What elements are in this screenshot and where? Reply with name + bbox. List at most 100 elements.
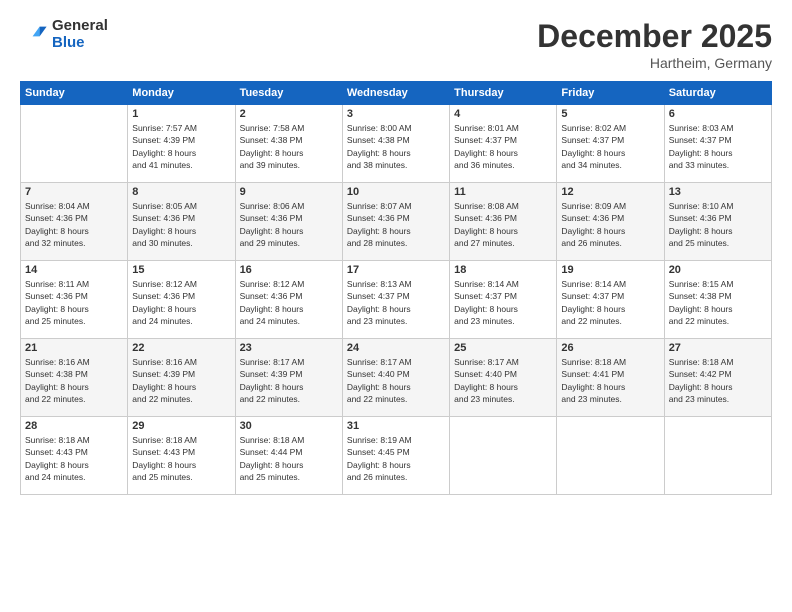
- day-info: Sunrise: 8:18 AM Sunset: 4:43 PM Dayligh…: [132, 434, 230, 483]
- day-number: 25: [454, 342, 552, 354]
- day-cell: 7 Sunrise: 8:04 AM Sunset: 4:36 PM Daylig…: [21, 183, 128, 261]
- day-cell: 28 Sunrise: 8:18 AM Sunset: 4:43 PM Dayli…: [21, 417, 128, 495]
- day-info: Sunrise: 8:19 AM Sunset: 4:45 PM Dayligh…: [347, 434, 445, 483]
- day-number: 9: [240, 186, 338, 198]
- day-number: 27: [669, 342, 767, 354]
- day-info: Sunrise: 8:15 AM Sunset: 4:38 PM Dayligh…: [669, 278, 767, 327]
- day-cell: 29Sunrise: 8:18 AM Sunset: 4:43 PM Dayli…: [128, 417, 235, 495]
- day-number: 28: [25, 420, 123, 432]
- day-number: 10: [347, 186, 445, 198]
- day-cell: 5 Sunrise: 8:02 AM Sunset: 4:37 PM Daylig…: [557, 105, 664, 183]
- day-number: 23: [240, 342, 338, 354]
- week-row-4: 21 Sunrise: 8:16 AM Sunset: 4:38 PM Dayli…: [21, 339, 772, 417]
- day-cell: 22Sunrise: 8:16 AM Sunset: 4:39 PM Dayli…: [128, 339, 235, 417]
- day-number: 16: [240, 264, 338, 276]
- day-cell: 6 Sunrise: 8:03 AM Sunset: 4:37 PM Daylig…: [664, 105, 771, 183]
- day-cell: [557, 417, 664, 495]
- day-info: Sunrise: 8:06 AM Sunset: 4:36 PM Dayligh…: [240, 200, 338, 249]
- col-header-monday: Monday: [128, 82, 235, 105]
- day-number: 15: [132, 264, 230, 276]
- day-cell: 3 Sunrise: 8:00 AM Sunset: 4:38 PM Daylig…: [342, 105, 449, 183]
- day-cell: [664, 417, 771, 495]
- day-cell: 11 Sunrise: 8:08 AM Sunset: 4:36 PM Dayli…: [450, 183, 557, 261]
- header-row: SundayMondayTuesdayWednesdayThursdayFrid…: [21, 82, 772, 105]
- week-row-3: 14 Sunrise: 8:11 AM Sunset: 4:36 PM Dayli…: [21, 261, 772, 339]
- day-info: Sunrise: 8:14 AM Sunset: 4:37 PM Dayligh…: [454, 278, 552, 327]
- day-cell: [21, 105, 128, 183]
- day-info: Sunrise: 8:12 AM Sunset: 4:36 PM Dayligh…: [240, 278, 338, 327]
- calendar-table: SundayMondayTuesdayWednesdayThursdayFrid…: [20, 81, 772, 495]
- day-cell: 17Sunrise: 8:13 AM Sunset: 4:37 PM Dayli…: [342, 261, 449, 339]
- day-number: 20: [669, 264, 767, 276]
- week-row-5: 28 Sunrise: 8:18 AM Sunset: 4:43 PM Dayli…: [21, 417, 772, 495]
- day-number: 11: [454, 186, 552, 198]
- calendar-body: 1Sunrise: 7:57 AM Sunset: 4:39 PM Daylig…: [21, 105, 772, 495]
- day-number: 12: [561, 186, 659, 198]
- day-number: 3: [347, 108, 445, 120]
- day-cell: 26Sunrise: 8:18 AM Sunset: 4:41 PM Dayli…: [557, 339, 664, 417]
- day-info: Sunrise: 8:13 AM Sunset: 4:37 PM Dayligh…: [347, 278, 445, 327]
- day-info: Sunrise: 8:03 AM Sunset: 4:37 PM Dayligh…: [669, 122, 767, 171]
- day-cell: 9 Sunrise: 8:06 AM Sunset: 4:36 PM Daylig…: [235, 183, 342, 261]
- title-block: December 2025 Hartheim, Germany: [537, 18, 772, 71]
- day-cell: 8 Sunrise: 8:05 AM Sunset: 4:36 PM Daylig…: [128, 183, 235, 261]
- day-cell: 20 Sunrise: 8:15 AM Sunset: 4:38 PM Dayli…: [664, 261, 771, 339]
- day-cell: 25 Sunrise: 8:17 AM Sunset: 4:40 PM Dayli…: [450, 339, 557, 417]
- day-info: Sunrise: 8:17 AM Sunset: 4:39 PM Dayligh…: [240, 356, 338, 405]
- day-info: Sunrise: 8:17 AM Sunset: 4:40 PM Dayligh…: [454, 356, 552, 405]
- day-number: 8: [132, 186, 230, 198]
- day-cell: 1Sunrise: 7:57 AM Sunset: 4:39 PM Daylig…: [128, 105, 235, 183]
- day-number: 21: [25, 342, 123, 354]
- col-header-tuesday: Tuesday: [235, 82, 342, 105]
- header: General Blue December 2025 Hartheim, Ger…: [20, 18, 772, 71]
- day-info: Sunrise: 8:16 AM Sunset: 4:39 PM Dayligh…: [132, 356, 230, 405]
- day-info: Sunrise: 8:14 AM Sunset: 4:37 PM Dayligh…: [561, 278, 659, 327]
- week-row-1: 1Sunrise: 7:57 AM Sunset: 4:39 PM Daylig…: [21, 105, 772, 183]
- day-number: 7: [25, 186, 123, 198]
- day-number: 18: [454, 264, 552, 276]
- day-number: 19: [561, 264, 659, 276]
- day-info: Sunrise: 8:18 AM Sunset: 4:42 PM Dayligh…: [669, 356, 767, 405]
- calendar-page: General Blue December 2025 Hartheim, Ger…: [0, 0, 792, 612]
- day-number: 6: [669, 108, 767, 120]
- day-info: Sunrise: 8:02 AM Sunset: 4:37 PM Dayligh…: [561, 122, 659, 171]
- day-number: 2: [240, 108, 338, 120]
- location: Hartheim, Germany: [537, 55, 772, 71]
- day-cell: 16 Sunrise: 8:12 AM Sunset: 4:36 PM Dayli…: [235, 261, 342, 339]
- day-info: Sunrise: 8:12 AM Sunset: 4:36 PM Dayligh…: [132, 278, 230, 327]
- day-cell: 31Sunrise: 8:19 AM Sunset: 4:45 PM Dayli…: [342, 417, 449, 495]
- month-title: December 2025: [537, 18, 772, 55]
- day-info: Sunrise: 8:18 AM Sunset: 4:44 PM Dayligh…: [240, 434, 338, 483]
- day-number: 1: [132, 108, 230, 120]
- day-cell: 12Sunrise: 8:09 AM Sunset: 4:36 PM Dayli…: [557, 183, 664, 261]
- day-cell: 19 Sunrise: 8:14 AM Sunset: 4:37 PM Dayli…: [557, 261, 664, 339]
- day-info: Sunrise: 8:05 AM Sunset: 4:36 PM Dayligh…: [132, 200, 230, 249]
- day-number: 4: [454, 108, 552, 120]
- day-cell: 2 Sunrise: 7:58 AM Sunset: 4:38 PM Daylig…: [235, 105, 342, 183]
- day-number: 14: [25, 264, 123, 276]
- day-cell: 14 Sunrise: 8:11 AM Sunset: 4:36 PM Dayli…: [21, 261, 128, 339]
- day-info: Sunrise: 8:04 AM Sunset: 4:36 PM Dayligh…: [25, 200, 123, 249]
- day-info: Sunrise: 8:16 AM Sunset: 4:38 PM Dayligh…: [25, 356, 123, 405]
- week-row-2: 7 Sunrise: 8:04 AM Sunset: 4:36 PM Daylig…: [21, 183, 772, 261]
- day-cell: [450, 417, 557, 495]
- day-info: Sunrise: 7:58 AM Sunset: 4:38 PM Dayligh…: [240, 122, 338, 171]
- day-number: 26: [561, 342, 659, 354]
- calendar-header: SundayMondayTuesdayWednesdayThursdayFrid…: [21, 82, 772, 105]
- day-info: Sunrise: 8:08 AM Sunset: 4:36 PM Dayligh…: [454, 200, 552, 249]
- day-cell: 21 Sunrise: 8:16 AM Sunset: 4:38 PM Dayli…: [21, 339, 128, 417]
- day-cell: 10 Sunrise: 8:07 AM Sunset: 4:36 PM Dayli…: [342, 183, 449, 261]
- col-header-friday: Friday: [557, 82, 664, 105]
- day-info: Sunrise: 8:11 AM Sunset: 4:36 PM Dayligh…: [25, 278, 123, 327]
- day-number: 5: [561, 108, 659, 120]
- day-info: Sunrise: 8:07 AM Sunset: 4:36 PM Dayligh…: [347, 200, 445, 249]
- logo-blue: Blue: [52, 35, 108, 52]
- day-cell: 23 Sunrise: 8:17 AM Sunset: 4:39 PM Dayli…: [235, 339, 342, 417]
- logo-icon: [20, 21, 48, 49]
- day-info: Sunrise: 8:18 AM Sunset: 4:43 PM Dayligh…: [25, 434, 123, 483]
- logo: General Blue: [20, 18, 108, 51]
- day-info: Sunrise: 8:17 AM Sunset: 4:40 PM Dayligh…: [347, 356, 445, 405]
- col-header-thursday: Thursday: [450, 82, 557, 105]
- day-info: Sunrise: 8:00 AM Sunset: 4:38 PM Dayligh…: [347, 122, 445, 171]
- logo-general: General: [52, 18, 108, 35]
